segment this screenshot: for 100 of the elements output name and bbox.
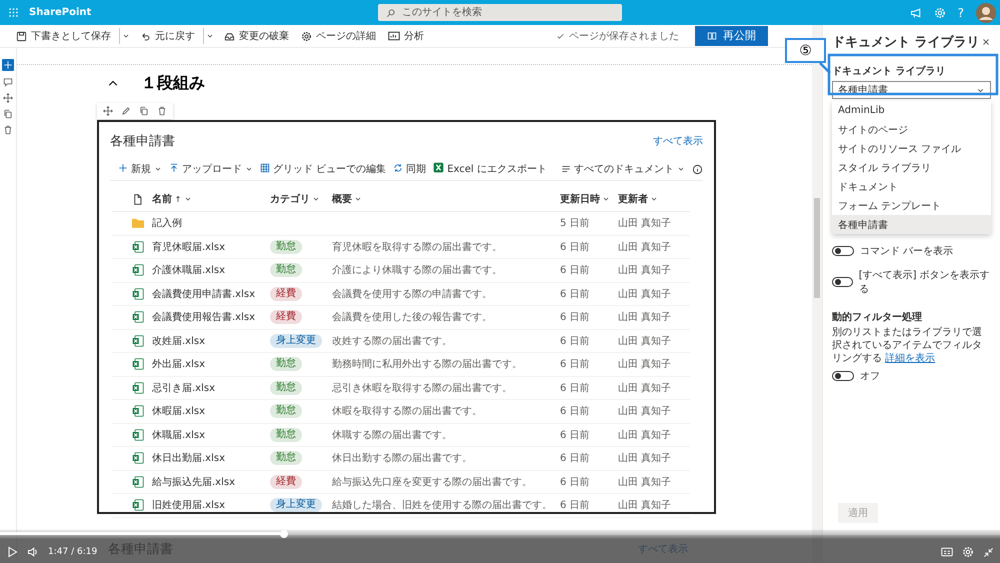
toggle-switch[interactable]: [832, 246, 854, 256]
dropdown-option[interactable]: 各種申請書: [832, 215, 991, 234]
copy-icon[interactable]: [139, 106, 149, 116]
panel-title: ドキュメント ライブラリ: [832, 34, 980, 51]
captions-icon[interactable]: [941, 546, 953, 558]
file-link[interactable]: 改姓届.xlsx: [152, 334, 270, 348]
file-link[interactable]: 休日出勤届.xlsx: [152, 451, 270, 466]
table-cell-text: 勤務時間に私用外出する際の届出書です。: [332, 358, 523, 372]
field-label: ドキュメント ライブラリ: [832, 64, 946, 78]
column-header[interactable]: 更新日時: [560, 192, 618, 206]
file-type-icon: [132, 194, 143, 204]
category-tag: 勤怠: [270, 428, 302, 442]
table-cell-text: 山田 真知子: [618, 334, 672, 348]
toolbar-button[interactable]: 下書きとして保存: [12, 27, 115, 45]
table-cell-text: 山田 真知子: [618, 404, 672, 418]
delete-icon[interactable]: [157, 106, 167, 116]
toolbar-button[interactable]: アップロード: [169, 162, 253, 176]
dropdown-option[interactable]: ドキュメント: [832, 177, 991, 196]
see-all-link[interactable]: すべて表示: [653, 134, 703, 148]
sync-icon: [393, 162, 404, 172]
delete-icon[interactable]: [3, 125, 13, 135]
toolbar-button[interactable]: ページの詳細: [297, 27, 380, 45]
file-link[interactable]: 給与振込先届.xlsx: [152, 474, 270, 489]
toolbar-button[interactable]: 分析: [384, 27, 428, 45]
column-header[interactable]: カテゴリ: [270, 192, 332, 206]
category-tag: 経費: [270, 310, 302, 324]
file-link[interactable]: 育児休暇届.xlsx: [152, 240, 270, 254]
move-icon[interactable]: [103, 106, 113, 116]
file-link[interactable]: 忌引き届.xlsx: [152, 380, 270, 395]
toggle-switch[interactable]: [832, 277, 853, 287]
chevron-icon: [312, 195, 320, 203]
column-header[interactable]: 更新者: [618, 192, 690, 206]
scrollbar-thumb[interactable]: [814, 198, 820, 298]
toolbar-button[interactable]: 変更の破棄: [220, 27, 293, 45]
chart-icon: [388, 30, 400, 42]
column-header[interactable]: 概要: [332, 192, 560, 206]
spreadsheet-file-icon: [132, 382, 144, 394]
spreadsheet-file-icon: [132, 334, 144, 347]
column-header[interactable]: 名前: [152, 192, 270, 206]
file-link[interactable]: 会議費使用申請書.xlsx: [152, 286, 270, 301]
dropdown-option[interactable]: フォーム テンプレート: [832, 196, 991, 215]
file-link[interactable]: 外出届.xlsx: [152, 357, 270, 372]
table-cell-text: 山田 真知子: [618, 428, 672, 442]
megaphone-icon[interactable]: [910, 6, 922, 18]
app-launcher-icon[interactable]: [8, 7, 19, 18]
spreadsheet-file-icon: [132, 264, 144, 276]
chevron-icon: [602, 195, 610, 203]
category-tag: 勤怠: [270, 357, 302, 372]
edit-icon[interactable]: [121, 106, 131, 116]
spreadsheet-file-icon: [132, 311, 144, 324]
file-link[interactable]: 記入例: [152, 216, 270, 230]
category-tag: 勤怠: [270, 263, 302, 278]
toolbar-button[interactable]: 元に戻す: [136, 27, 199, 45]
category-tag: 勤怠: [270, 380, 302, 395]
dropdown-option[interactable]: サイトのリソース ファイル: [832, 139, 991, 158]
table-cell-text: 休職する際の届出書です。: [332, 428, 453, 442]
grid-icon: [260, 162, 270, 172]
toolbar-button[interactable]: 同期: [393, 162, 426, 176]
category-tag: 勤怠: [270, 404, 302, 418]
category-tag: 経費: [270, 286, 302, 301]
close-icon[interactable]: [981, 37, 991, 47]
table-cell-text: 山田 真知子: [618, 264, 672, 278]
details-link[interactable]: 詳細を表示: [885, 353, 936, 364]
table-cell-text: 山田 真知子: [618, 288, 672, 301]
toolbar-button[interactable]: グリッド ビューでの編集: [260, 162, 386, 176]
chevron-icon: [122, 32, 130, 40]
avatar[interactable]: [976, 2, 996, 22]
info-icon[interactable]: [692, 164, 703, 174]
table-cell-text: 6 日前: [560, 264, 591, 278]
copy-icon[interactable]: [3, 109, 13, 119]
settings-icon[interactable]: [962, 546, 974, 558]
search-field[interactable]: このサイトを検索: [378, 4, 622, 21]
toolbar-button[interactable]: Excel にエクスポート: [433, 162, 547, 176]
settings-icon[interactable]: [934, 6, 946, 18]
view-selector[interactable]: すべてのドキュメント: [561, 162, 685, 176]
table-cell-text: 山田 真知子: [618, 476, 672, 489]
file-link[interactable]: 会議費使用報告書.xlsx: [152, 310, 270, 324]
discard-icon: [224, 30, 235, 42]
leader-line: [819, 62, 831, 74]
toolbar-button[interactable]: 新規: [118, 162, 162, 176]
file-link[interactable]: 旧姓使用届.xlsx: [152, 498, 270, 512]
table-cell-text: 6 日前: [560, 358, 591, 372]
volume-icon[interactable]: [27, 546, 39, 558]
dropdown-option[interactable]: AdminLib: [832, 101, 991, 120]
move-icon[interactable]: [3, 93, 13, 103]
file-link[interactable]: 休暇届.xlsx: [152, 404, 270, 418]
upload-icon: [169, 162, 179, 172]
seek-handle[interactable]: [280, 530, 288, 538]
dropdown-option[interactable]: サイトのページ: [832, 120, 991, 139]
dropdown-option[interactable]: スタイル ライブラリ: [832, 158, 991, 177]
toggle-switch[interactable]: [832, 371, 854, 381]
file-link[interactable]: 休職届.xlsx: [152, 428, 270, 442]
table-cell-text: 山田 真知子: [618, 216, 672, 230]
play-icon[interactable]: [6, 546, 18, 558]
table-cell-text: 6 日前: [560, 405, 591, 418]
publish-button[interactable]: 再公開: [695, 26, 768, 46]
comment-icon[interactable]: [3, 77, 13, 87]
exit-fullscreen-icon[interactable]: [983, 546, 994, 558]
add-button[interactable]: [2, 59, 14, 71]
file-link[interactable]: 介護休職届.xlsx: [152, 263, 270, 278]
